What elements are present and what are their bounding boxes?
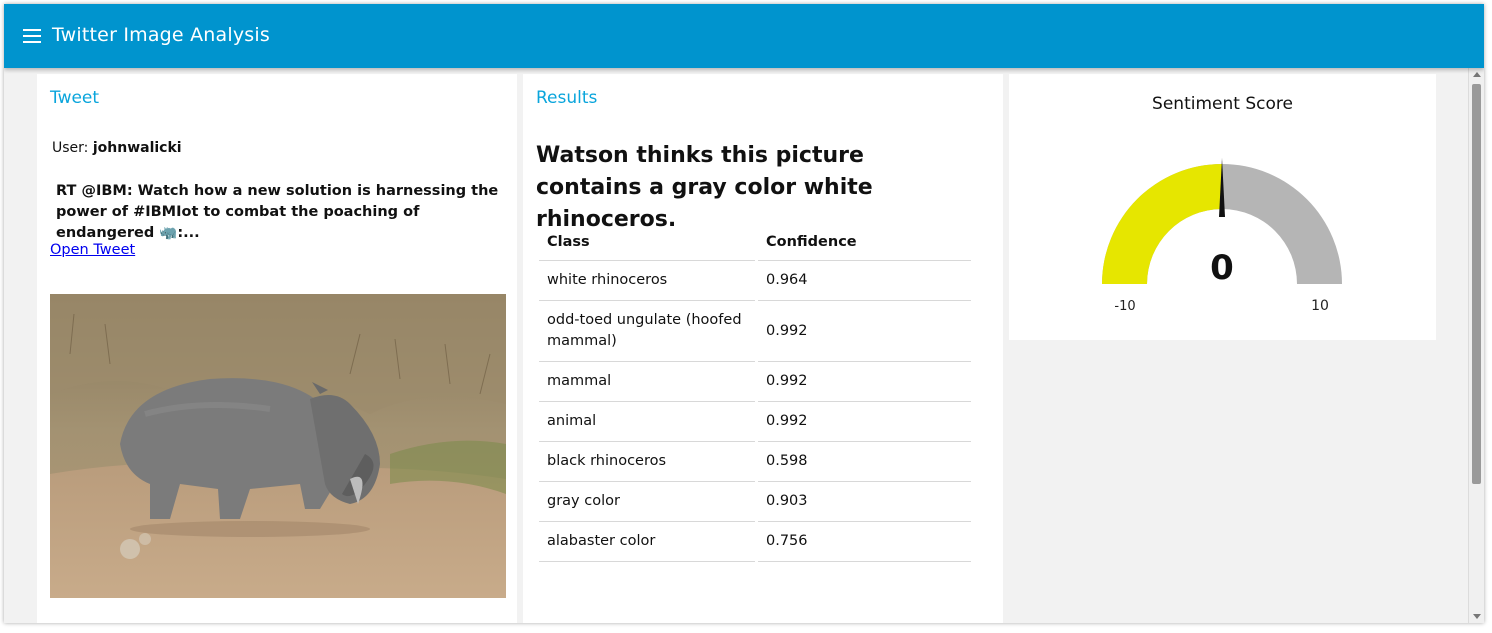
sentiment-title: Sentiment Score [1152,94,1293,114]
table-row: mammal 0.992 [539,362,971,402]
table-row: alabaster color 0.756 [539,522,971,562]
confidence-cell: 0.992 [758,402,971,442]
dashboard-window: Twitter Image Analysis Tweet User: johnw… [4,4,1484,623]
scroll-down-arrow-icon[interactable] [1473,614,1481,619]
class-cell: mammal [539,362,755,402]
class-cell: white rhinoceros [539,261,755,301]
confidence-cell: 0.598 [758,442,971,482]
results-table: Class Confidence white rhinoceros 0.964 … [536,224,974,562]
column-header-confidence: Confidence [758,224,971,261]
confidence-cell: 0.992 [758,362,971,402]
results-card-title: Results [536,88,598,108]
results-card: Results Watson thinks this picture conta… [523,74,1003,623]
hamburger-menu-icon[interactable] [23,29,41,43]
class-cell: alabaster color [539,522,755,562]
table-header-row: Class Confidence [539,224,971,261]
table-row: animal 0.992 [539,402,971,442]
column-header-class: Class [539,224,755,261]
app-title: Twitter Image Analysis [52,24,270,46]
tweet-card: Tweet User: johnwalicki RT @IBM: Watch h… [37,74,517,623]
tweet-text: RT @IBM: Watch how a new solution is har… [56,183,499,241]
confidence-cell: 0.964 [758,261,971,301]
confidence-cell: 0.756 [758,522,971,562]
class-cell: odd-toed ungulate (hoofed mammal) [539,301,755,362]
class-cell: black rhinoceros [539,442,755,482]
table-row: odd-toed ungulate (hoofed mammal) 0.992 [539,301,971,362]
app-toolbar: Twitter Image Analysis [4,4,1484,68]
scroll-up-arrow-icon[interactable] [1473,72,1481,77]
class-cell: gray color [539,482,755,522]
gauge-min-label: -10 [1114,299,1135,314]
tweet-photo [50,294,506,598]
user-label: User: [52,140,89,156]
gauge-value: 0 [1210,248,1234,288]
sentiment-card: Sentiment Score 0 -10 10 [1009,74,1436,340]
class-cell: animal [539,402,755,442]
results-headline: Watson thinks this picture contains a gr… [536,143,873,232]
page-scrollbar[interactable] [1468,68,1484,623]
scrollbar-thumb[interactable] [1472,84,1481,484]
confidence-cell: 0.903 [758,482,971,522]
sentiment-gauge: 0 -10 10 [1102,158,1342,314]
tweet-card-title: Tweet [50,88,100,108]
tweet-user-line: User: johnwalicki [52,140,182,156]
gauge-max-label: 10 [1311,298,1329,314]
table-row: white rhinoceros 0.964 [539,261,971,301]
confidence-cell: 0.992 [758,301,971,362]
open-tweet-link[interactable]: Open Tweet [50,242,135,258]
table-row: gray color 0.903 [539,482,971,522]
gauge-fill [1102,164,1222,284]
table-row: black rhinoceros 0.598 [539,442,971,482]
tweet-username: johnwalicki [92,140,182,156]
